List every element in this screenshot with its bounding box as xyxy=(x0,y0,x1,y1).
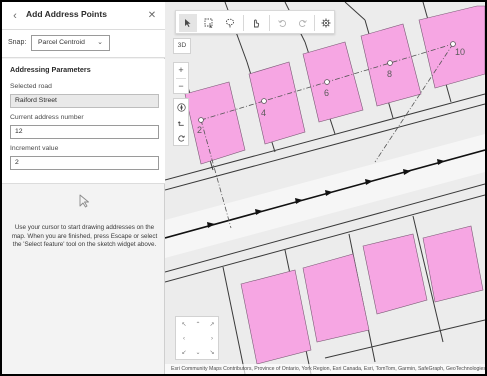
parcel xyxy=(302,41,364,123)
chevron-down-icon: ⌄ xyxy=(97,39,103,46)
hand-pointer-icon xyxy=(254,19,260,28)
pan-down-right-icon[interactable]: ↘ xyxy=(206,347,218,359)
address-point[interactable] xyxy=(261,98,267,104)
section-title: Addressing Parameters xyxy=(10,65,91,74)
pan-up-right-icon[interactable]: ↗ xyxy=(206,319,218,331)
view-controls xyxy=(173,98,189,146)
address-label: 10 xyxy=(455,47,465,57)
addressing-parameters: Addressing Parameters Selected road Raif… xyxy=(2,59,165,184)
address-number-label: Current address number xyxy=(10,114,84,121)
arrow-cursor-icon xyxy=(185,19,191,27)
parcel xyxy=(184,81,246,165)
rotate-icon xyxy=(177,121,184,126)
zoom-controls: + − xyxy=(173,62,189,94)
rotate-button[interactable] xyxy=(174,116,188,131)
address-label: 2 xyxy=(197,125,202,135)
rotate-view-icon xyxy=(177,135,185,142)
parcel xyxy=(248,61,306,145)
snap-select[interactable]: Parcel Centroid ⌄ xyxy=(31,35,110,51)
address-label: 6 xyxy=(324,88,329,98)
address-label: 8 xyxy=(387,69,392,79)
address-point[interactable] xyxy=(324,79,330,85)
snap-select-value: Parcel Centroid xyxy=(38,39,85,46)
lasso-icon xyxy=(225,18,235,28)
address-number-field[interactable]: 12 xyxy=(10,125,159,139)
map-view[interactable]: 2 4 6 8 10 3D + − ↖ ⌃ ↗ ‹ › ↙ ⌄ ↘ Esri C… xyxy=(165,2,485,374)
navigation-pad: ↖ ⌃ ↗ ‹ › ↙ ⌄ ↘ xyxy=(175,316,219,360)
redo-icon xyxy=(299,20,307,27)
map-attribution: Esri Community Maps Contributors, Provin… xyxy=(165,364,485,374)
address-label: 4 xyxy=(261,108,266,118)
toolbar-divider xyxy=(269,15,270,31)
panel-header: ‹ Add Address Points ✕ xyxy=(2,2,165,30)
compass-icon xyxy=(176,103,186,112)
road-field[interactable]: Raiford Street xyxy=(10,94,159,108)
parcel xyxy=(240,269,312,365)
gear-icon xyxy=(321,18,331,28)
lasso-select-tool[interactable] xyxy=(221,14,239,32)
increment-field[interactable]: 2 xyxy=(10,156,159,170)
rectangle-select-icon xyxy=(204,18,213,28)
select-tool[interactable] xyxy=(179,14,197,32)
pan-up-icon[interactable]: ⌃ xyxy=(192,319,204,331)
redo-button[interactable] xyxy=(294,14,312,32)
compass-button[interactable] xyxy=(174,100,188,115)
undo-button[interactable] xyxy=(273,14,291,32)
close-button[interactable]: ✕ xyxy=(145,8,159,24)
pan-down-icon[interactable]: ⌄ xyxy=(192,347,204,359)
instructions-text: Use your cursor to start drawing address… xyxy=(11,224,158,249)
side-panel: ‹ Add Address Points ✕ Snap: Parcel Cent… xyxy=(2,2,165,374)
panel-title: Add Address Points xyxy=(26,9,107,19)
parcel xyxy=(362,233,428,315)
undo-icon xyxy=(278,20,286,27)
road-label: Selected road xyxy=(10,83,52,90)
parcel xyxy=(422,225,484,303)
pan-down-left-icon[interactable]: ↙ xyxy=(178,347,190,359)
window-frame: ‹ Add Address Points ✕ Snap: Parcel Cent… xyxy=(0,0,487,376)
zoom-out-button[interactable]: − xyxy=(174,79,188,94)
increment-label: Increment value xyxy=(10,145,59,152)
toolbar-divider xyxy=(314,15,315,31)
app: ‹ Add Address Points ✕ Snap: Parcel Cent… xyxy=(2,2,485,374)
toolbar-divider xyxy=(243,15,244,31)
pan-up-left-icon[interactable]: ↖ xyxy=(178,319,190,331)
settings-button[interactable] xyxy=(317,14,335,32)
snap-label: Snap: xyxy=(8,39,27,46)
rectangle-select-tool[interactable] xyxy=(200,14,218,32)
snap-row: Snap: Parcel Centroid ⌄ xyxy=(2,30,165,58)
address-point[interactable] xyxy=(450,41,456,47)
chevron-left-icon: ‹ xyxy=(13,10,17,22)
pan-left-icon[interactable]: ‹ xyxy=(178,333,190,345)
address-point[interactable] xyxy=(387,60,393,66)
parcel xyxy=(418,5,485,89)
cursor-icon xyxy=(79,194,89,208)
parcels-south xyxy=(240,225,484,365)
point-tool[interactable] xyxy=(247,14,265,32)
toggle-3d-button[interactable]: 3D xyxy=(173,38,191,54)
zoom-in-button[interactable]: + xyxy=(174,63,188,78)
pan-right-icon[interactable]: › xyxy=(206,333,218,345)
address-point[interactable] xyxy=(198,117,204,123)
back-button[interactable]: ‹ xyxy=(8,8,22,24)
close-icon: ✕ xyxy=(147,10,157,21)
parcel xyxy=(302,253,370,343)
pan-button[interactable] xyxy=(174,131,188,146)
sketch-toolbar xyxy=(175,10,335,34)
